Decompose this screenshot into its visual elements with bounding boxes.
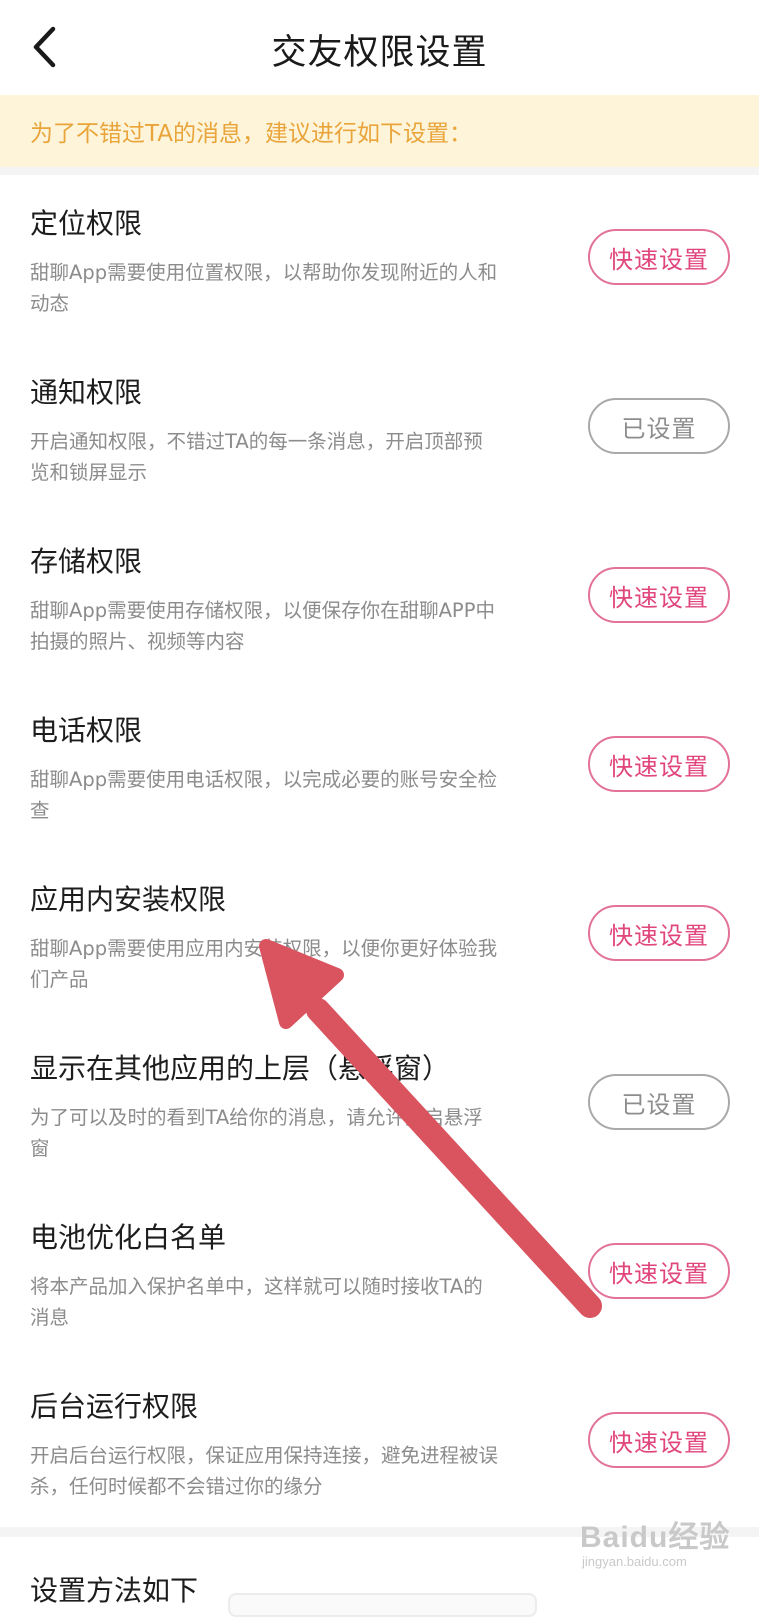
permission-row-battery: 电池优化白名单 将本产品加入保护名单中，这样就可以随时接收TA的消息 快速设置 [0, 1189, 759, 1358]
watermark-logo: Baidu经验 [580, 1521, 731, 1554]
quick-setup-button[interactable]: 快速设置 [588, 1412, 730, 1468]
notice-banner: 为了不错过TA的消息，建议进行如下设置： [0, 95, 759, 167]
permission-title: 电池优化白名单 [30, 1221, 227, 1254]
header-bar: 交友权限设置 [0, 0, 759, 95]
permission-title: 电话权限 [30, 714, 143, 747]
permission-row-storage: 存储权限 甜聊App需要使用存储权限，以便保存你在甜聊APP中拍摄的照片、视频等… [0, 513, 759, 682]
watermark-url: jingyan.baidu.com [582, 1554, 687, 1569]
permission-title: 后台运行权限 [30, 1390, 199, 1423]
permission-desc: 为了可以及时的看到TA给你的消息，请允许开启悬浮窗 [30, 1106, 483, 1160]
permission-desc: 开启后台运行权限，保证应用保持连接，避免进程被误杀，任何时候都不会错过你的缘分 [30, 1444, 499, 1498]
permission-title: 存储权限 [30, 545, 143, 578]
quick-setup-button[interactable]: 快速设置 [588, 567, 730, 623]
permission-desc: 将本产品加入保护名单中，这样就可以随时接收TA的消息 [30, 1275, 483, 1329]
permission-title: 通知权限 [30, 376, 143, 409]
divider [0, 167, 759, 175]
baidu-watermark: Baidu经验 jingyan.baidu.com [580, 1510, 740, 1584]
permission-list: 定位权限 甜聊App需要使用位置权限，以帮助你发现附近的人和动态 快速设置 通知… [0, 175, 759, 1527]
permission-row-phone: 电话权限 甜聊App需要使用电话权限，以完成必要的账号安全检查 快速设置 [0, 682, 759, 851]
instruction-image-placeholder [228, 1593, 537, 1617]
already-set-button[interactable]: 已设置 [588, 398, 730, 454]
page-title: 交友权限设置 [271, 33, 488, 73]
permission-title: 定位权限 [30, 207, 143, 240]
permission-row-overlay: 显示在其他应用的上层（悬浮窗） 为了可以及时的看到TA给你的消息，请允许开启悬浮… [0, 1020, 759, 1189]
quick-setup-button[interactable]: 快速设置 [588, 905, 730, 961]
permission-row-install: 应用内安装权限 甜聊App需要使用应用内安装权限，以便你更好体验我们产品 快速设… [0, 851, 759, 1020]
quick-setup-button[interactable]: 快速设置 [588, 1243, 730, 1299]
quick-setup-button[interactable]: 快速设置 [588, 229, 730, 285]
permission-row-location: 定位权限 甜聊App需要使用位置权限，以帮助你发现附近的人和动态 快速设置 [0, 175, 759, 344]
permission-title: 应用内安装权限 [30, 883, 227, 916]
permission-row-notification: 通知权限 开启通知权限，不错过TA的每一条消息，开启顶部预览和锁屏显示 已设置 [0, 344, 759, 513]
notice-text: 为了不错过TA的消息，建议进行如下设置： [30, 121, 472, 147]
permission-row-background: 后台运行权限 开启后台运行权限，保证应用保持连接，避免进程被误杀，任何时候都不会… [0, 1358, 759, 1527]
permission-desc: 甜聊App需要使用存储权限，以便保存你在甜聊APP中拍摄的照片、视频等内容 [30, 599, 495, 653]
quick-setup-button[interactable]: 快速设置 [588, 736, 730, 792]
permission-desc: 开启通知权限，不错过TA的每一条消息，开启顶部预览和锁屏显示 [30, 430, 483, 484]
already-set-button[interactable]: 已设置 [588, 1074, 730, 1130]
section-title: 设置方法如下 [30, 1574, 199, 1607]
permission-desc: 甜聊App需要使用应用内安装权限，以便你更好体验我们产品 [30, 937, 498, 991]
permission-title: 显示在其他应用的上层（悬浮窗） [30, 1052, 451, 1085]
permission-desc: 甜聊App需要使用位置权限，以帮助你发现附近的人和动态 [30, 261, 498, 315]
permission-desc: 甜聊App需要使用电话权限，以完成必要的账号安全检查 [30, 768, 498, 822]
